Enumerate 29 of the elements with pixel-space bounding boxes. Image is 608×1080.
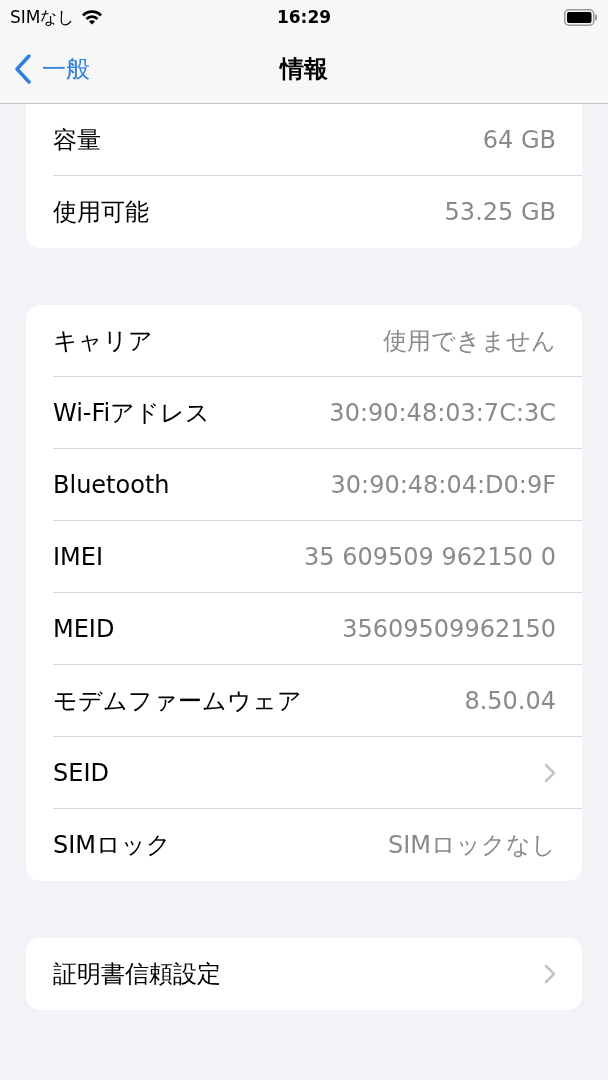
setting-value: 35 609509 962150 0	[304, 542, 556, 571]
setting-label: Wi-Fiアドレス	[53, 397, 212, 429]
setting-label: 証明書信頼設定	[53, 959, 222, 990]
setting-value: 8.50.04	[464, 686, 556, 715]
battery-icon	[564, 8, 598, 26]
setting-value: 35609509962150	[342, 614, 556, 643]
setting-label: モデムファームウェア	[53, 685, 303, 717]
setting-label: 使用可能	[53, 197, 150, 228]
setting-label: SEID	[53, 758, 110, 787]
wifi-icon	[81, 9, 104, 25]
setting-value: 30:90:48:03:7C:3C	[329, 398, 556, 427]
setting-label: キャリア	[53, 325, 154, 357]
setting-label: 容量	[53, 124, 102, 156]
setting-value: 使用できません	[383, 325, 556, 357]
setting-label: IMEI	[53, 542, 105, 571]
setting-value: 64 GB	[482, 125, 556, 154]
chevron-right-icon[interactable]	[544, 762, 556, 783]
setting-value: 30:90:48:04:D0:9F	[330, 470, 556, 499]
chevron-left-icon	[14, 53, 32, 84]
setting-value: 53.25 GB	[444, 198, 556, 226]
carrier-label: SIMなし	[10, 5, 75, 29]
setting-label: SIMロック	[53, 830, 173, 861]
back-button[interactable]: 一般	[0, 46, 90, 91]
setting-value: SIMロックなし	[387, 830, 556, 861]
setting-label: Bluetooth	[53, 470, 171, 499]
screen-title: 情報	[280, 54, 328, 83]
clock-time: 16:29	[276, 7, 332, 27]
setting-label: MEID	[53, 614, 116, 643]
chevron-right-icon[interactable]	[544, 964, 556, 984]
